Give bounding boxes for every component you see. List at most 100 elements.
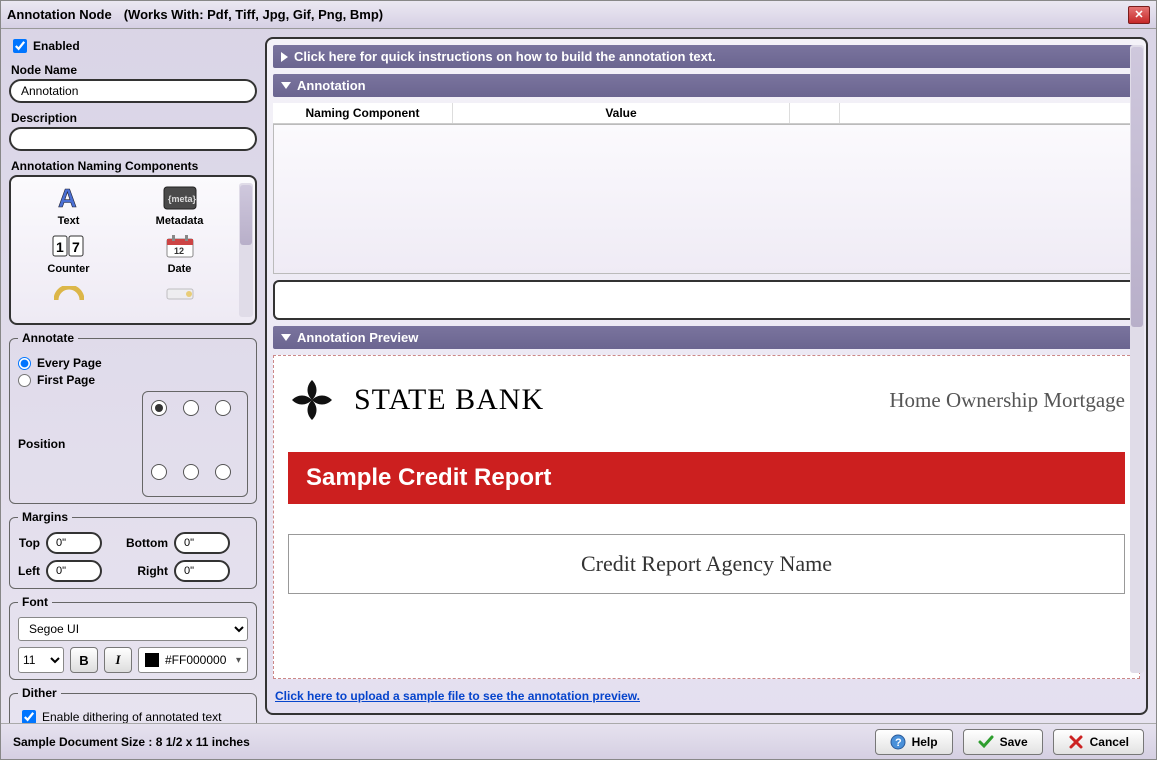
gauge-icon: [51, 279, 87, 309]
components-scrollbar[interactable]: [239, 183, 253, 317]
col-value: Value: [453, 103, 790, 123]
counter-icon: 17: [51, 231, 87, 261]
left-column: Enabled Node Name Description Annotation…: [9, 37, 257, 715]
description-input[interactable]: [9, 127, 257, 151]
scrollbar-thumb[interactable]: [1131, 47, 1143, 327]
dither-group: Dither Enable dithering of annotated tex…: [9, 686, 257, 723]
components-label: Annotation Naming Components: [11, 159, 257, 173]
close-icon: ✕: [1134, 8, 1143, 21]
svg-text:A: A: [58, 185, 77, 211]
instructions-header[interactable]: Click here for quick instructions on how…: [273, 45, 1140, 68]
titlebar: Annotation Node (Works With: Pdf, Tiff, …: [1, 1, 1156, 29]
node-name-input[interactable]: [9, 79, 257, 103]
preview-header[interactable]: Annotation Preview: [273, 326, 1140, 349]
dither-label: Enable dithering of annotated text: [42, 710, 221, 723]
position-bottom-right[interactable]: [215, 464, 231, 480]
annotation-text-preview: [273, 280, 1140, 320]
instructions-label: Click here for quick instructions on how…: [294, 49, 716, 64]
upload-sample-link[interactable]: Click here to upload a sample file to se…: [273, 685, 1140, 707]
doc-header: STATE BANK Home Ownership Mortgage: [288, 376, 1125, 424]
annotate-group: Annotate Every Page First Page Position: [9, 331, 257, 504]
component-counter[interactable]: 17 Counter: [17, 231, 120, 275]
component-partial-1[interactable]: [17, 279, 120, 311]
col-blank-2: [840, 103, 1140, 123]
card-icon: [162, 279, 198, 309]
svg-text:7: 7: [72, 239, 80, 255]
enabled-row: Enabled: [9, 37, 257, 55]
check-icon: [978, 734, 994, 750]
first-page-label: First Page: [37, 373, 95, 387]
body: Enabled Node Name Description Annotation…: [1, 29, 1156, 723]
margin-right-label: Right: [126, 564, 168, 578]
dither-checkbox[interactable]: [22, 710, 36, 723]
font-legend: Font: [18, 595, 52, 609]
chevron-down-icon: ▾: [236, 655, 241, 666]
preview-area: STATE BANK Home Ownership Mortgage Sampl…: [273, 355, 1140, 679]
svg-text:1: 1: [56, 239, 64, 255]
font-color-value: #FF000000: [165, 653, 226, 667]
help-button[interactable]: ? Help: [875, 729, 953, 755]
components-grid: A Text {meta} Metadata 17: [17, 183, 249, 311]
window-title: Annotation Node: [7, 7, 112, 22]
position-top-right[interactable]: [215, 400, 231, 416]
font-group: Font Segoe UI 11 B I #FF000000 ▾: [9, 595, 257, 680]
margins-legend: Margins: [18, 510, 72, 524]
date-icon: 12: [162, 231, 198, 261]
text-icon: A: [51, 183, 87, 213]
component-text[interactable]: A Text: [17, 183, 120, 227]
agency-box: Credit Report Agency Name: [288, 534, 1125, 594]
italic-button[interactable]: I: [104, 647, 132, 673]
margin-left-input[interactable]: [46, 560, 102, 582]
margin-right-input[interactable]: [174, 560, 230, 582]
position-top-left[interactable]: [151, 400, 167, 416]
annotation-header[interactable]: Annotation: [273, 74, 1140, 97]
right-column: Click here for quick instructions on how…: [265, 37, 1148, 715]
every-page-label: Every Page: [37, 356, 102, 370]
annotation-header-label: Annotation: [297, 78, 366, 93]
margins-group: Margins Top Bottom Left Right: [9, 510, 257, 589]
col-naming-component: Naming Component: [273, 103, 453, 123]
component-partial-2[interactable]: [128, 279, 231, 311]
table-header: Naming Component Value: [273, 103, 1140, 124]
enabled-label: Enabled: [33, 39, 80, 53]
margin-top-label: Top: [18, 536, 40, 550]
window-subtitle: (Works With: Pdf, Tiff, Jpg, Gif, Png, B…: [124, 7, 383, 22]
bank-name: STATE BANK: [354, 383, 544, 417]
component-metadata[interactable]: {meta} Metadata: [128, 183, 231, 227]
component-date[interactable]: 12 Date: [128, 231, 231, 275]
first-page-radio[interactable]: [18, 374, 31, 387]
margin-top-input[interactable]: [46, 532, 102, 554]
help-icon: ?: [890, 734, 906, 750]
triangle-right-icon: [281, 52, 288, 62]
node-name-label: Node Name: [11, 63, 257, 77]
position-top-center[interactable]: [183, 400, 199, 416]
color-swatch-icon: [145, 653, 159, 667]
right-scrollbar[interactable]: [1130, 45, 1144, 673]
enabled-checkbox[interactable]: [13, 39, 27, 53]
svg-text:12: 12: [174, 246, 184, 256]
position-bottom-center[interactable]: [183, 464, 199, 480]
annotate-legend: Annotate: [18, 331, 78, 345]
red-title-bar: Sample Credit Report: [288, 452, 1125, 504]
font-color-select[interactable]: #FF000000 ▾: [138, 647, 248, 673]
font-size-select[interactable]: 11: [18, 647, 64, 673]
components-panel: A Text {meta} Metadata 17: [9, 175, 257, 325]
footer: Sample Document Size : 8 1/2 x 11 inches…: [1, 723, 1156, 759]
col-blank-1: [790, 103, 840, 123]
bold-button[interactable]: B: [70, 647, 98, 673]
font-family-select[interactable]: Segoe UI: [18, 617, 248, 641]
node-name-field: Node Name: [9, 61, 257, 103]
svg-text:{meta}: {meta}: [168, 194, 197, 204]
components-section: Annotation Naming Components A Text {met…: [9, 157, 257, 325]
position-bottom-left[interactable]: [151, 464, 167, 480]
scrollbar-thumb[interactable]: [240, 185, 252, 245]
close-button[interactable]: ✕: [1128, 6, 1150, 24]
every-page-radio[interactable]: [18, 357, 31, 370]
table-body[interactable]: [273, 124, 1140, 274]
x-icon: [1068, 734, 1084, 750]
svg-text:?: ?: [895, 737, 902, 749]
save-button[interactable]: Save: [963, 729, 1043, 755]
document-size-label: Sample Document Size : 8 1/2 x 11 inches: [13, 735, 250, 749]
cancel-button[interactable]: Cancel: [1053, 729, 1144, 755]
margin-bottom-input[interactable]: [174, 532, 230, 554]
